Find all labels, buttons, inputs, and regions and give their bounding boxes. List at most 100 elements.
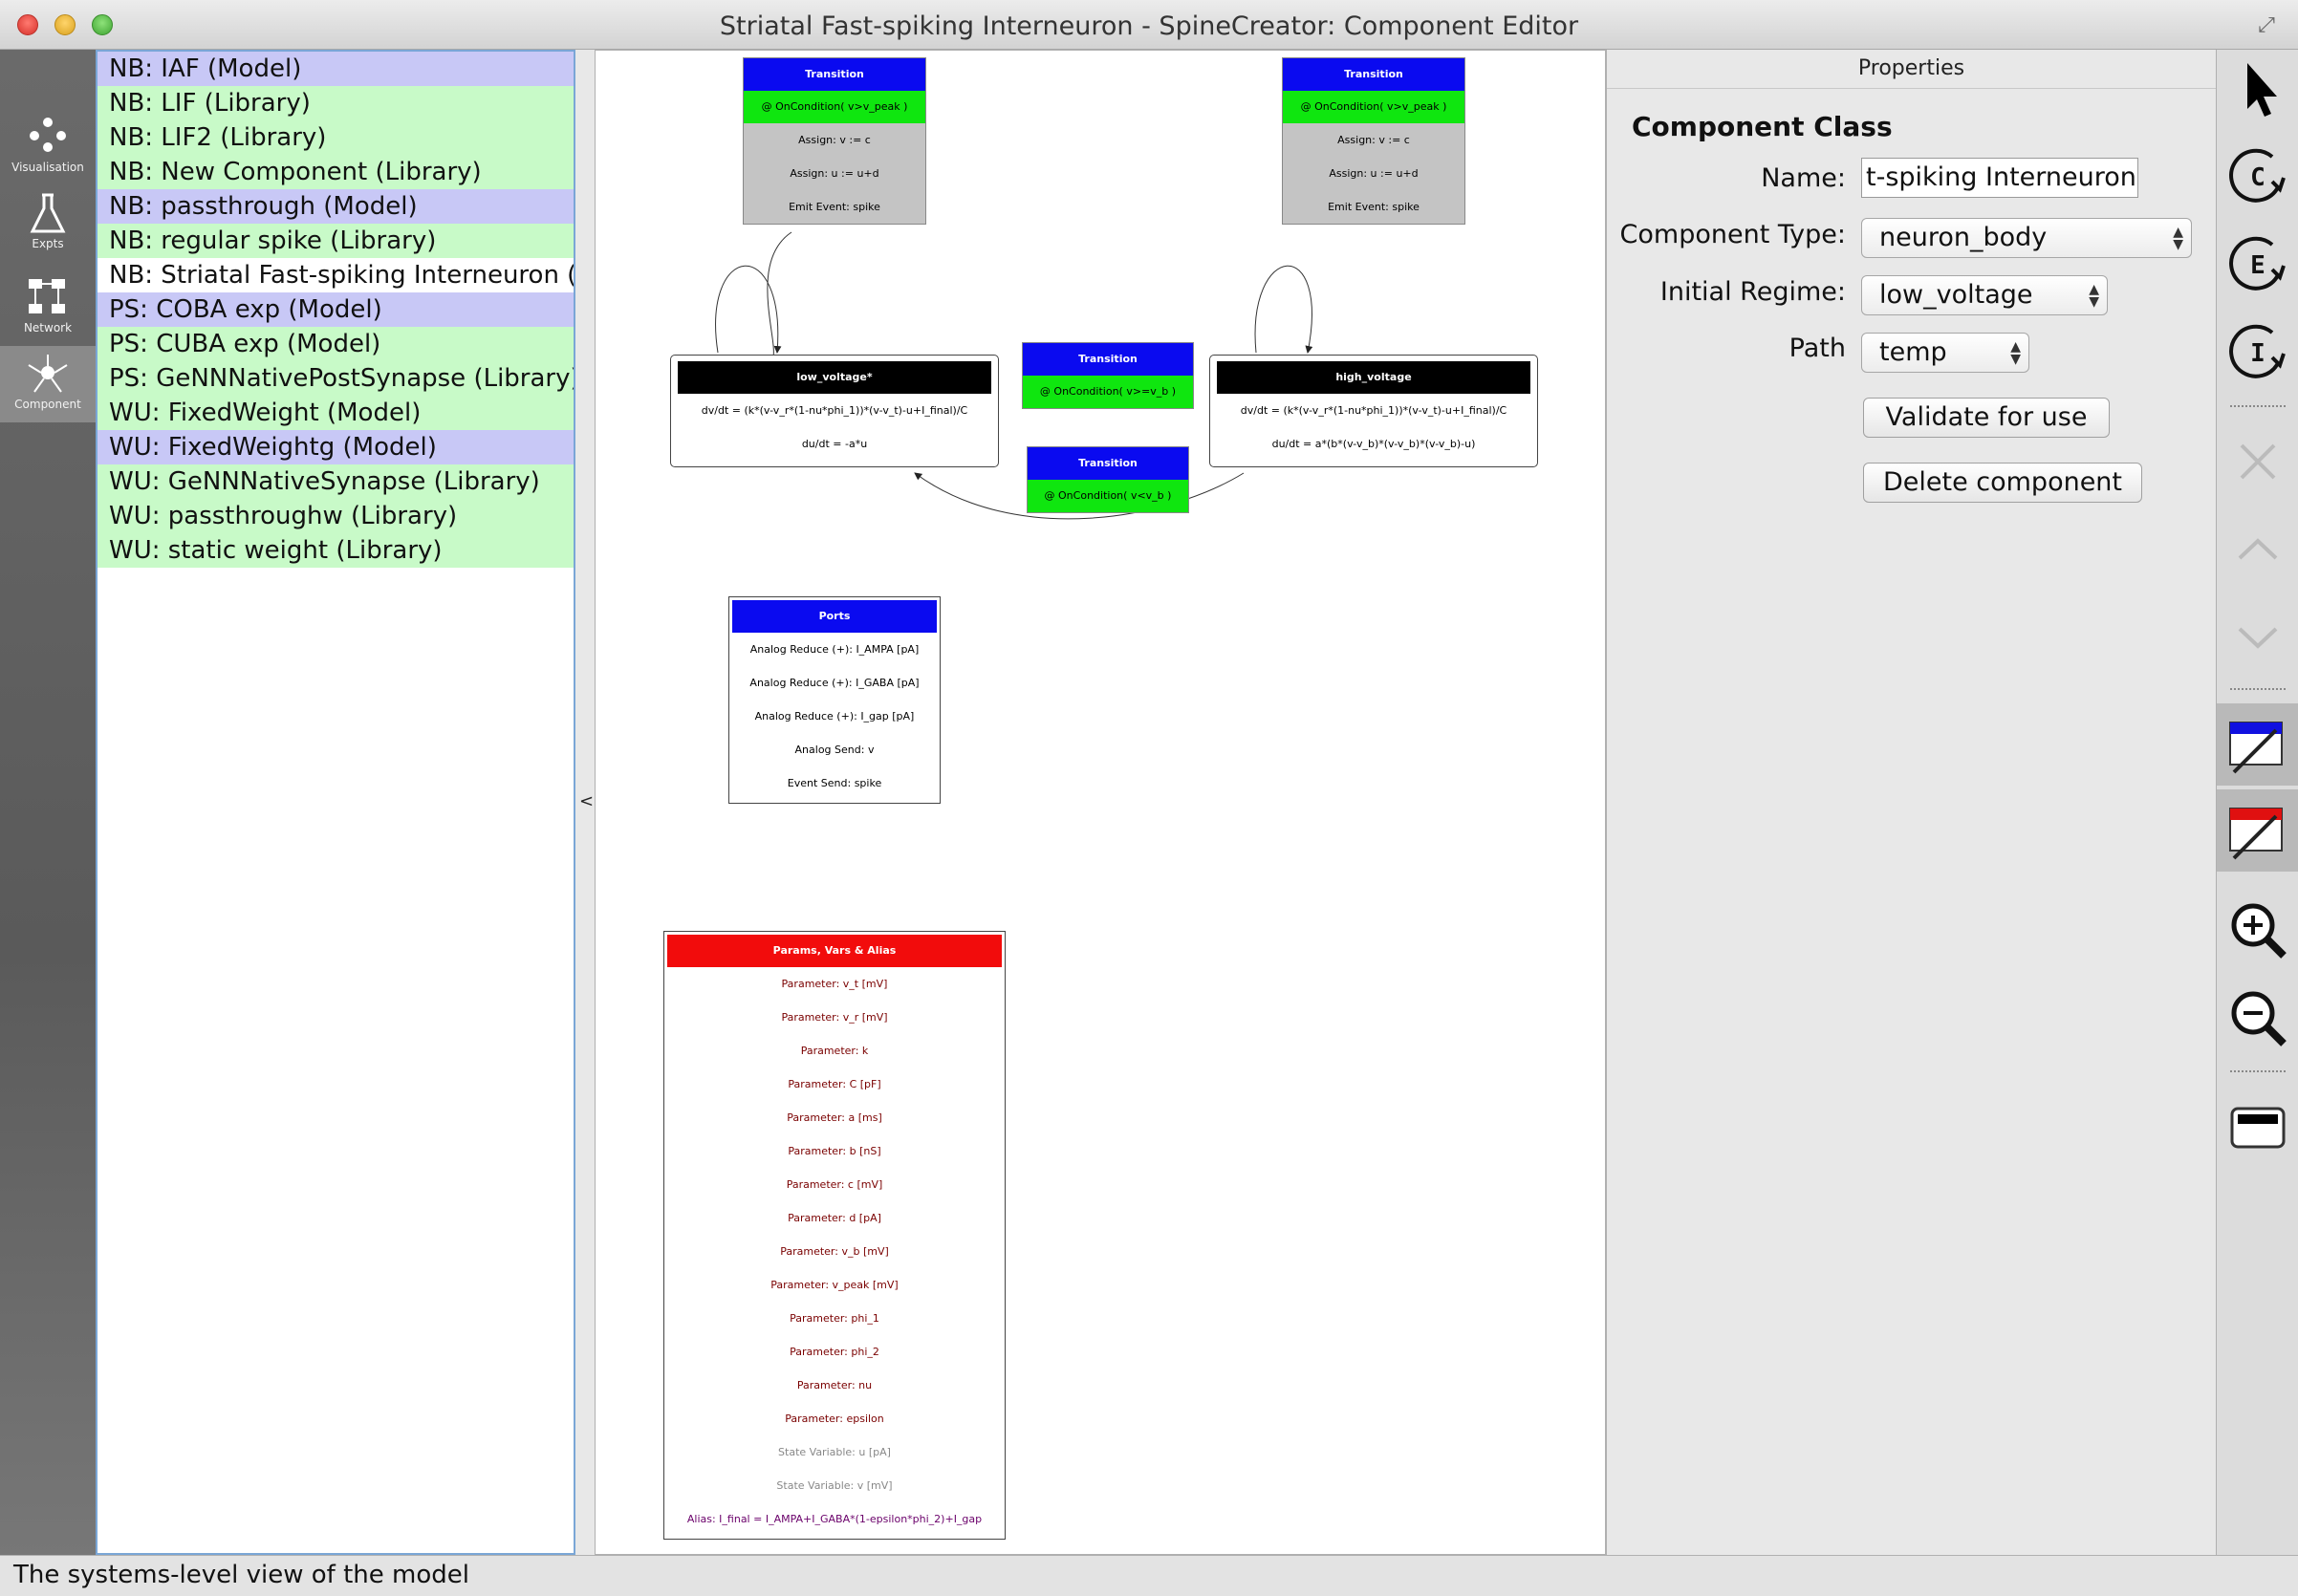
parameter-row: Parameter: v_peak [mV] bbox=[770, 1279, 899, 1291]
regime-equation: dv/dt = (k*(v-v_r*(1-nu*phi_1))*(v-v_t)-… bbox=[1240, 404, 1507, 417]
initial-regime-label: Initial Regime: bbox=[1659, 277, 1846, 307]
list-item[interactable]: NB: LIF (Library) bbox=[98, 86, 574, 120]
list-item[interactable]: PS: CUBA exp (Model) bbox=[98, 327, 574, 361]
zoom-out-icon bbox=[2231, 991, 2287, 1046]
transition-row: Assign: v := c bbox=[798, 134, 871, 146]
transition-title: Transition bbox=[1283, 58, 1464, 91]
mode-visualisation-label: Visualisation bbox=[11, 161, 84, 174]
list-item[interactable]: WU: GeNNNativeSynapse (Library) bbox=[98, 464, 574, 499]
list-item[interactable]: NB: IAF (Model) bbox=[98, 52, 574, 86]
list-item[interactable]: PS: COBA exp (Model) bbox=[98, 292, 574, 327]
collapse-list-handle[interactable]: < bbox=[579, 791, 594, 811]
list-item[interactable]: WU: passthroughw (Library) bbox=[98, 499, 574, 533]
parameter-row: Parameter: k bbox=[800, 1045, 869, 1057]
list-item-selected[interactable]: NB: Striatal Fast-spiking Interneuron (/ bbox=[98, 258, 574, 292]
params-node[interactable]: Params, Vars & Alias Parameter: v_t [mV]… bbox=[663, 931, 1006, 1540]
transition-row: Assign: u := u+d bbox=[1329, 167, 1419, 180]
transition-condition: @ OnCondition( v>v_peak ) bbox=[744, 91, 925, 123]
port-row: Analog Reduce (+): I_gap [pA] bbox=[754, 710, 915, 723]
list-item[interactable]: PS: GeNNNativePostSynapse (Library) bbox=[98, 361, 574, 396]
list-item[interactable]: NB: New Component (Library) bbox=[98, 155, 574, 189]
component-type-select[interactable]: neuron_body ▲ ▼ bbox=[1861, 218, 2192, 258]
transition-node-mid-upper[interactable]: Transition @ OnCondition( v>=v_b ) bbox=[1022, 342, 1194, 409]
parameter-row: Parameter: d [pA] bbox=[788, 1212, 881, 1224]
select-arrows-icon: ▲ ▼ bbox=[2010, 339, 2021, 367]
delete-component-button[interactable]: Delete component bbox=[1863, 463, 2142, 503]
transition-node-top-right[interactable]: Transition @ OnCondition( v>v_peak ) Ass… bbox=[1282, 57, 1465, 225]
name-field[interactable]: t-spiking Interneuron bbox=[1861, 158, 2138, 198]
neuron-icon bbox=[28, 355, 68, 393]
ports-node[interactable]: Ports Analog Reduce (+): I_AMPA [pA] Ana… bbox=[728, 596, 941, 804]
component-list[interactable]: NB: IAF (Model) NB: LIF (Library) NB: LI… bbox=[96, 50, 575, 1555]
add-impulse-tool[interactable]: I bbox=[2224, 319, 2291, 386]
regime-node-low-voltage[interactable]: low_voltage* dv/dt = (k*(v-v_r*(1-nu*phi… bbox=[670, 355, 999, 467]
component-diagram-canvas[interactable]: Transition @ OnCondition( v>v_peak ) Ass… bbox=[595, 50, 1606, 1555]
parameter-row: Parameter: v_b [mV] bbox=[780, 1245, 889, 1258]
mode-visualisation[interactable]: Visualisation bbox=[0, 109, 96, 185]
mode-component[interactable]: Component bbox=[0, 346, 96, 422]
add-param-tool[interactable] bbox=[2217, 789, 2298, 872]
port-row: Analog Reduce (+): I_AMPA [pA] bbox=[749, 643, 920, 656]
zoom-out-tool[interactable] bbox=[2224, 984, 2291, 1051]
add-event-tool[interactable]: E bbox=[2224, 231, 2291, 298]
validate-button[interactable]: Validate for use bbox=[1863, 398, 2110, 438]
regime-node-high-voltage[interactable]: high_voltage dv/dt = (k*(v-v_r*(1-nu*phi… bbox=[1209, 355, 1538, 467]
add-constant-tool[interactable]: C bbox=[2224, 143, 2291, 210]
mode-expts[interactable]: Expts bbox=[0, 185, 96, 262]
network-icon bbox=[29, 279, 65, 313]
parameter-row: Parameter: c [mV] bbox=[786, 1178, 883, 1191]
parameter-row: Parameter: v_r [mV] bbox=[781, 1011, 888, 1024]
parameter-row: Parameter: a [ms] bbox=[787, 1111, 882, 1124]
add-regime-tool[interactable] bbox=[2224, 1093, 2291, 1160]
list-item[interactable]: NB: LIF2 (Library) bbox=[98, 120, 574, 155]
list-item[interactable]: NB: regular spike (Library) bbox=[98, 224, 574, 258]
move-up-tool[interactable] bbox=[2224, 516, 2291, 583]
path-label: Path bbox=[1789, 334, 1846, 363]
svg-text:E: E bbox=[2250, 251, 2265, 280]
fullscreen-icon[interactable]: ⤢ bbox=[2254, 13, 2279, 38]
port-row: Analog Send: v bbox=[794, 744, 875, 756]
alias-row: Alias: I_final = I_AMPA+I_GABA*(1-epsilo… bbox=[686, 1513, 983, 1525]
transition-node-top-left[interactable]: Transition @ OnCondition( v>v_peak ) Ass… bbox=[743, 57, 926, 225]
regime-equation: dv/dt = (k*(v-v_r*(1-nu*phi_1))*(v-v_t)-… bbox=[701, 404, 968, 417]
transition-title: Transition bbox=[1023, 343, 1193, 376]
initial-regime-select[interactable]: low_voltage ▲ ▼ bbox=[1861, 275, 2108, 315]
list-item[interactable]: WU: static weight (Library) bbox=[98, 533, 574, 568]
tool-separator bbox=[2230, 1070, 2286, 1072]
list-item[interactable]: NB: passthrough (Model) bbox=[98, 189, 574, 224]
delete-tool[interactable] bbox=[2224, 428, 2291, 495]
mode-network[interactable]: Network bbox=[0, 270, 96, 346]
add-port-tool[interactable] bbox=[2217, 703, 2298, 786]
transition-row: Assign: v := c bbox=[1337, 134, 1410, 146]
arrow-low-self-1 bbox=[767, 231, 792, 357]
zoom-in-icon bbox=[2231, 903, 2287, 959]
component-class-heading: Component Class bbox=[1632, 111, 1893, 142]
list-item[interactable]: WU: FixedWeight (Model) bbox=[98, 396, 574, 430]
parameter-row: Parameter: phi_1 bbox=[790, 1312, 879, 1325]
list-item[interactable]: WU: FixedWeightg (Model) bbox=[98, 430, 574, 464]
pointer-tool[interactable] bbox=[2224, 55, 2291, 122]
params-title: Params, Vars & Alias bbox=[667, 935, 1002, 967]
add-regime-icon bbox=[2230, 1107, 2286, 1149]
port-row: Analog Reduce (+): I_GABA [pA] bbox=[749, 677, 920, 689]
svg-text:I: I bbox=[2250, 339, 2265, 368]
tool-separator bbox=[2230, 688, 2286, 690]
transition-condition: @ OnCondition( v>=v_b ) bbox=[1023, 376, 1193, 408]
move-down-tool[interactable] bbox=[2224, 604, 2291, 671]
regime-equation: du/dt = -a*u bbox=[801, 438, 868, 450]
parameter-row: Parameter: phi_2 bbox=[790, 1346, 879, 1358]
zoom-in-tool[interactable] bbox=[2224, 896, 2291, 963]
mode-component-label: Component bbox=[14, 398, 81, 411]
select-arrows-icon: ▲ ▼ bbox=[2089, 282, 2099, 310]
regime-title: low_voltage* bbox=[678, 361, 991, 394]
port-row: Event Send: spike bbox=[787, 777, 882, 789]
svg-text:C: C bbox=[2250, 163, 2265, 192]
path-value: temp bbox=[1879, 337, 1947, 367]
delete-icon bbox=[2240, 443, 2276, 480]
state-variable-row: State Variable: v [mV] bbox=[776, 1479, 893, 1492]
transition-node-mid-lower[interactable]: Transition @ OnCondition( v<v_b ) bbox=[1027, 446, 1189, 513]
path-select[interactable]: temp ▲ ▼ bbox=[1861, 333, 2029, 373]
transition-row: Emit Event: spike bbox=[789, 201, 880, 213]
properties-panel: Properties Component Class Name: t-spiki… bbox=[1606, 50, 2216, 1555]
title-bar: Striatal Fast-spiking Interneuron - Spin… bbox=[0, 0, 2298, 50]
